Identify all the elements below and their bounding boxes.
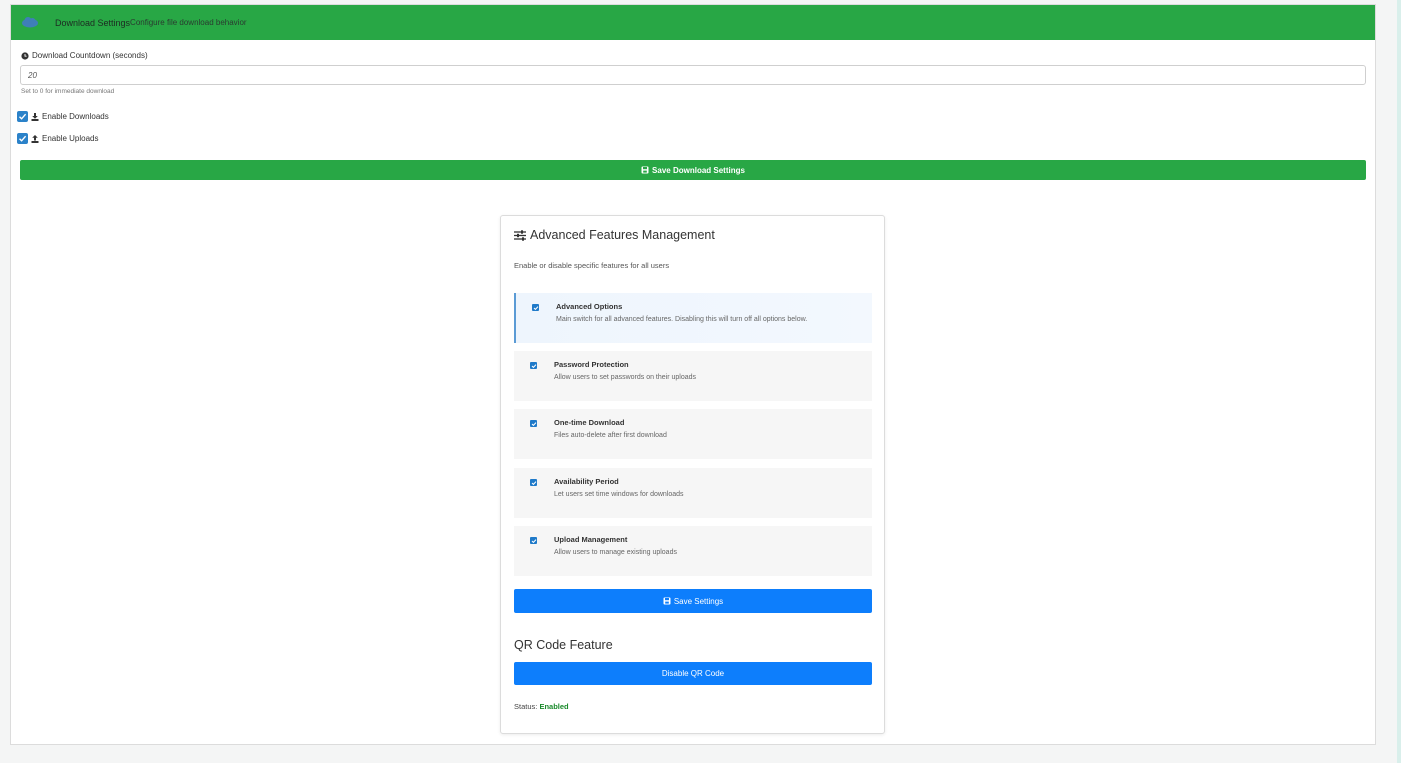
save-icon [641,166,649,174]
feature-name: Availability Period [554,477,619,486]
advanced-features-card: Advanced Features Management Enable or d… [500,215,885,734]
upload-icon [31,134,39,143]
feature-description: Main switch for all advanced features. D… [556,316,808,323]
disable-qr-code-button[interactable]: Disable QR Code [514,662,872,685]
feature-password-protection[interactable]: Password Protection Allow users to set p… [514,351,872,401]
qr-status-label: Status: [514,702,538,711]
advanced-features-title-text: Advanced Features Management [530,228,715,242]
enable-uploads-label: Enable Uploads [42,134,99,143]
feature-checkbox-upload-management[interactable] [530,537,537,544]
feature-checkbox-availability-period[interactable] [530,479,537,486]
feature-checkbox-advanced-options[interactable] [532,304,539,311]
feature-upload-management[interactable]: Upload Management Allow users to manage … [514,526,872,576]
enable-downloads-label: Enable Downloads [42,112,109,121]
save-icon [663,597,671,605]
feature-description: Allow users to set passwords on their up… [554,374,697,381]
feature-checkbox-password-protection[interactable] [530,362,537,369]
feature-name: Password Protection [554,360,629,369]
feature-name: Upload Management [554,535,628,544]
page-edge-strip [1397,0,1401,763]
clock-icon [21,51,29,60]
feature-description: Allow users to manage existing uploads [554,549,677,556]
feature-availability-period[interactable]: Availability Period Let users set time w… [514,468,872,518]
feature-name: One-time Download [554,418,625,427]
feature-description: Let users set time windows for downloads [554,491,684,498]
qr-status: Status: Enabled [514,702,569,711]
enable-uploads-checkbox[interactable] [17,133,28,144]
sliders-icon [514,229,526,241]
panel-header: Download Settings Configure file downloa… [11,5,1375,40]
enable-downloads-row[interactable]: Enable Downloads [17,111,109,122]
cloud-icon [21,16,39,30]
download-icon [31,112,39,121]
qr-status-value: Enabled [539,702,569,711]
feature-one-time-download[interactable]: One-time Download Files auto-delete afte… [514,409,872,459]
countdown-input[interactable] [20,65,1366,85]
feature-description: Files auto-delete after first download [554,432,667,439]
feature-name: Advanced Options [556,302,623,311]
panel-subtitle: Configure file download behavior [130,18,247,27]
save-download-settings-button[interactable]: Save Download Settings [20,160,1366,180]
save-settings-label: Save Settings [673,596,724,606]
save-settings-button[interactable]: Save Settings [514,589,872,613]
panel-title: Download Settings [55,17,131,28]
feature-advanced-options[interactable]: Advanced Options Main switch for all adv… [514,293,872,343]
enable-uploads-row[interactable]: Enable Uploads [17,133,98,144]
advanced-features-title: Advanced Features Management [514,228,715,242]
countdown-label-text: Download Countdown (seconds) [32,51,148,60]
countdown-label: Download Countdown (seconds) [21,51,148,60]
qr-feature-title: QR Code Feature [514,638,613,652]
advanced-features-subtitle: Enable or disable specific features for … [514,261,670,270]
enable-downloads-checkbox[interactable] [17,111,28,122]
feature-checkbox-one-time-download[interactable] [530,420,537,427]
save-download-settings-label: Save Download Settings [652,165,745,175]
countdown-help-text: Set to 0 for immediate download [21,88,115,95]
